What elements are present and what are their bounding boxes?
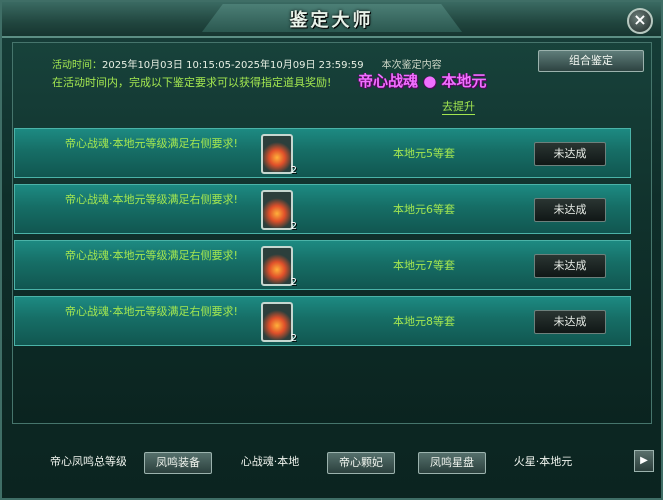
item-count: 2 — [290, 333, 297, 344]
tab-fire-star-local[interactable]: 火星·本地元 — [505, 452, 581, 472]
flame-item-icon[interactable]: 2 — [261, 134, 297, 176]
requirement-text: 帝心战魂·本地元等级满足右侧要求! — [65, 305, 238, 318]
requirement-row: 帝心战魂·本地元等级满足右侧要求! 2 本地元8等套 未达成 — [14, 296, 631, 346]
level-requirement: 本地元6等套 — [393, 203, 455, 216]
window-title: 鉴定大师 — [289, 10, 374, 31]
flame-item-icon[interactable]: 2 — [261, 190, 297, 232]
requirement-text: 帝心战魂·本地元等级满足右侧要求! — [65, 137, 238, 150]
bottom-tab-bar: 帝心凤鸣总等级 凤鸣装备 心战魂·本地 帝心颗妃 凤鸣星盘 火星·本地元 ▶ — [2, 442, 661, 498]
requirement-row: 帝心战魂·本地元等级满足右侧要求! 2 本地元5等套 未达成 — [14, 128, 631, 178]
status-button[interactable]: 未达成 — [534, 142, 606, 166]
time-label: 活动时间： — [52, 60, 102, 71]
title-bar: 鉴定大师 × — [2, 2, 661, 38]
requirement-text: 帝心战魂·本地元等级满足右侧要求! — [65, 193, 238, 206]
level-requirement: 本地元7等套 — [393, 259, 455, 272]
play-right-icon[interactable]: ▶ — [634, 450, 654, 472]
award-name: 帝心战魂 ● 本地元 — [358, 72, 487, 90]
requirement-row: 帝心战魂·本地元等级满足右侧要求! 2 本地元7等套 未达成 — [14, 240, 631, 290]
flame-item-icon[interactable]: 2 — [261, 302, 297, 344]
level-requirement: 本地元5等套 — [393, 147, 455, 160]
activity-desc: 在活动时间内，完成以下鉴定要求可以获得指定道具奖励! — [52, 76, 332, 89]
tab-heart-soul-local[interactable]: 心战魂·本地 — [232, 452, 308, 472]
go-upgrade-link[interactable]: 去提升 — [442, 98, 475, 115]
item-count: 2 — [290, 165, 297, 176]
time-value: 2025年10月03日 10:15:05-2025年10月09日 23:59:5… — [102, 60, 364, 71]
item-count: 2 — [290, 277, 297, 288]
status-button[interactable]: 未达成 — [534, 198, 606, 222]
tab-heart-concubine[interactable]: 帝心颗妃 — [327, 452, 395, 474]
level-requirement: 本地元8等套 — [393, 315, 455, 328]
flame-item-icon[interactable]: 2 — [261, 246, 297, 288]
status-button[interactable]: 未达成 — [534, 254, 606, 278]
tab-phoenix-starplate[interactable]: 凤鸣星盘 — [418, 452, 486, 474]
identify-master-window: 鉴定大师 × 活动时间：2025年10月03日 10:15:05-2025年10… — [0, 0, 663, 500]
requirement-text: 帝心战魂·本地元等级满足右侧要求! — [65, 249, 238, 262]
item-count: 2 — [290, 221, 297, 232]
requirement-row: 帝心战魂·本地元等级满足右侧要求! 2 本地元6等套 未达成 — [14, 184, 631, 234]
tab-phoenix-total-level[interactable]: 帝心凤鸣总等级 — [50, 452, 126, 472]
close-icon[interactable]: × — [627, 8, 653, 34]
activity-time: 活动时间：2025年10月03日 10:15:05-2025年10月09日 23… — [52, 56, 442, 71]
combo-identify-button[interactable]: 组合鉴定 — [538, 50, 644, 72]
status-button[interactable]: 未达成 — [534, 310, 606, 334]
tab-phoenix-equipment[interactable]: 凤鸣装备 — [144, 452, 212, 474]
